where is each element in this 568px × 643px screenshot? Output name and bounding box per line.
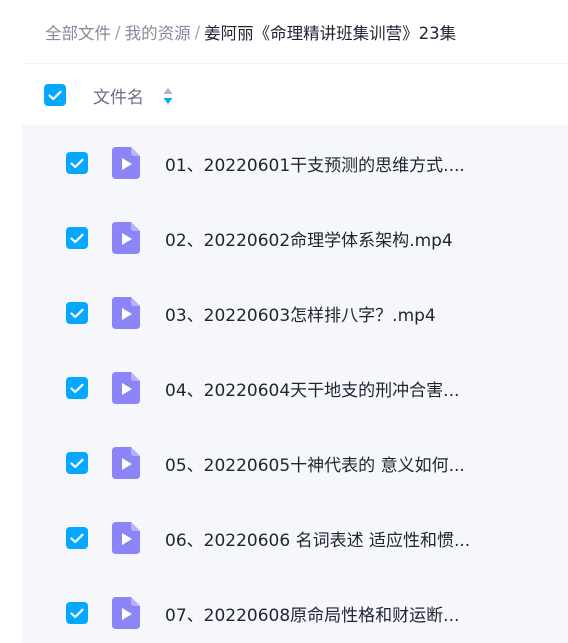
file-name[interactable]: 05、20220605十神代表的 意义如何... (165, 451, 465, 476)
checkbox-checked-icon (70, 308, 84, 318)
file-name[interactable]: 04、20220604天干地支的刑冲合害... (165, 376, 459, 401)
file-checkbox[interactable] (66, 527, 88, 549)
breadcrumb-my-resources[interactable]: 我的资源 (125, 20, 191, 44)
checkbox-checked-icon (70, 533, 84, 543)
file-list: 01、20220601干支预测的思维方式.... 02、20220602命理学体… (22, 125, 568, 643)
breadcrumb: 全部文件 / 我的资源 / 姜阿丽《命理精讲班集训营》23集 (45, 20, 456, 44)
file-name[interactable]: 01、20220601干支预测的思维方式.... (165, 151, 465, 176)
breadcrumb-all-files[interactable]: 全部文件 (45, 20, 111, 44)
file-checkbox[interactable] (66, 152, 88, 174)
file-list-header: 文件名 (22, 63, 568, 126)
video-file-icon (112, 447, 140, 479)
file-row[interactable]: 06、20220606 名词表述 适应性和惯... (44, 500, 568, 575)
file-name[interactable]: 03、20220603怎样排八字？.mp4 (165, 301, 436, 326)
checkbox-checked-icon (70, 233, 84, 243)
breadcrumb-current-folder: 姜阿丽《命理精讲班集训营》23集 (204, 24, 457, 43)
file-row[interactable]: 02、20220602命理学体系架构.mp4 (44, 200, 568, 275)
file-name[interactable]: 06、20220606 名词表述 适应性和惯... (165, 526, 470, 551)
video-file-icon (112, 147, 140, 179)
file-checkbox[interactable] (66, 227, 88, 249)
checkbox-checked-icon (70, 608, 84, 618)
video-file-icon (112, 522, 140, 554)
sort-icon[interactable] (162, 86, 174, 106)
file-checkbox[interactable] (66, 452, 88, 474)
breadcrumb-separator: / (115, 22, 121, 42)
file-row[interactable]: 01、20220601干支预测的思维方式.... (44, 125, 568, 200)
video-file-icon (112, 222, 140, 254)
file-checkbox[interactable] (66, 377, 88, 399)
file-name[interactable]: 02、20220602命理学体系架构.mp4 (165, 226, 453, 251)
column-header-file-name[interactable]: 文件名 (93, 83, 144, 108)
file-row[interactable]: 03、20220603怎样排八字？.mp4 (44, 275, 568, 350)
file-checkbox[interactable] (66, 602, 88, 624)
file-name[interactable]: 07、20220608原命局性格和财运断... (165, 601, 459, 626)
file-browser: 全部文件 / 我的资源 / 姜阿丽《命理精讲班集训营》23集 文件名 01、20… (0, 0, 568, 643)
checkbox-checked-icon (70, 458, 84, 468)
file-checkbox[interactable] (66, 302, 88, 324)
select-all-checkbox[interactable] (44, 84, 66, 106)
checkbox-checked-icon (48, 90, 62, 100)
breadcrumb-separator: / (194, 22, 201, 42)
file-row[interactable]: 04、20220604天干地支的刑冲合害... (44, 350, 568, 425)
video-file-icon (112, 597, 140, 629)
checkbox-checked-icon (70, 158, 84, 168)
left-edge (0, 0, 22, 643)
video-file-icon (112, 297, 140, 329)
file-row[interactable]: 05、20220605十神代表的 意义如何... (44, 425, 568, 500)
video-file-icon (112, 372, 140, 404)
file-row[interactable]: 07、20220608原命局性格和财运断... (44, 575, 568, 643)
checkbox-checked-icon (70, 383, 84, 393)
